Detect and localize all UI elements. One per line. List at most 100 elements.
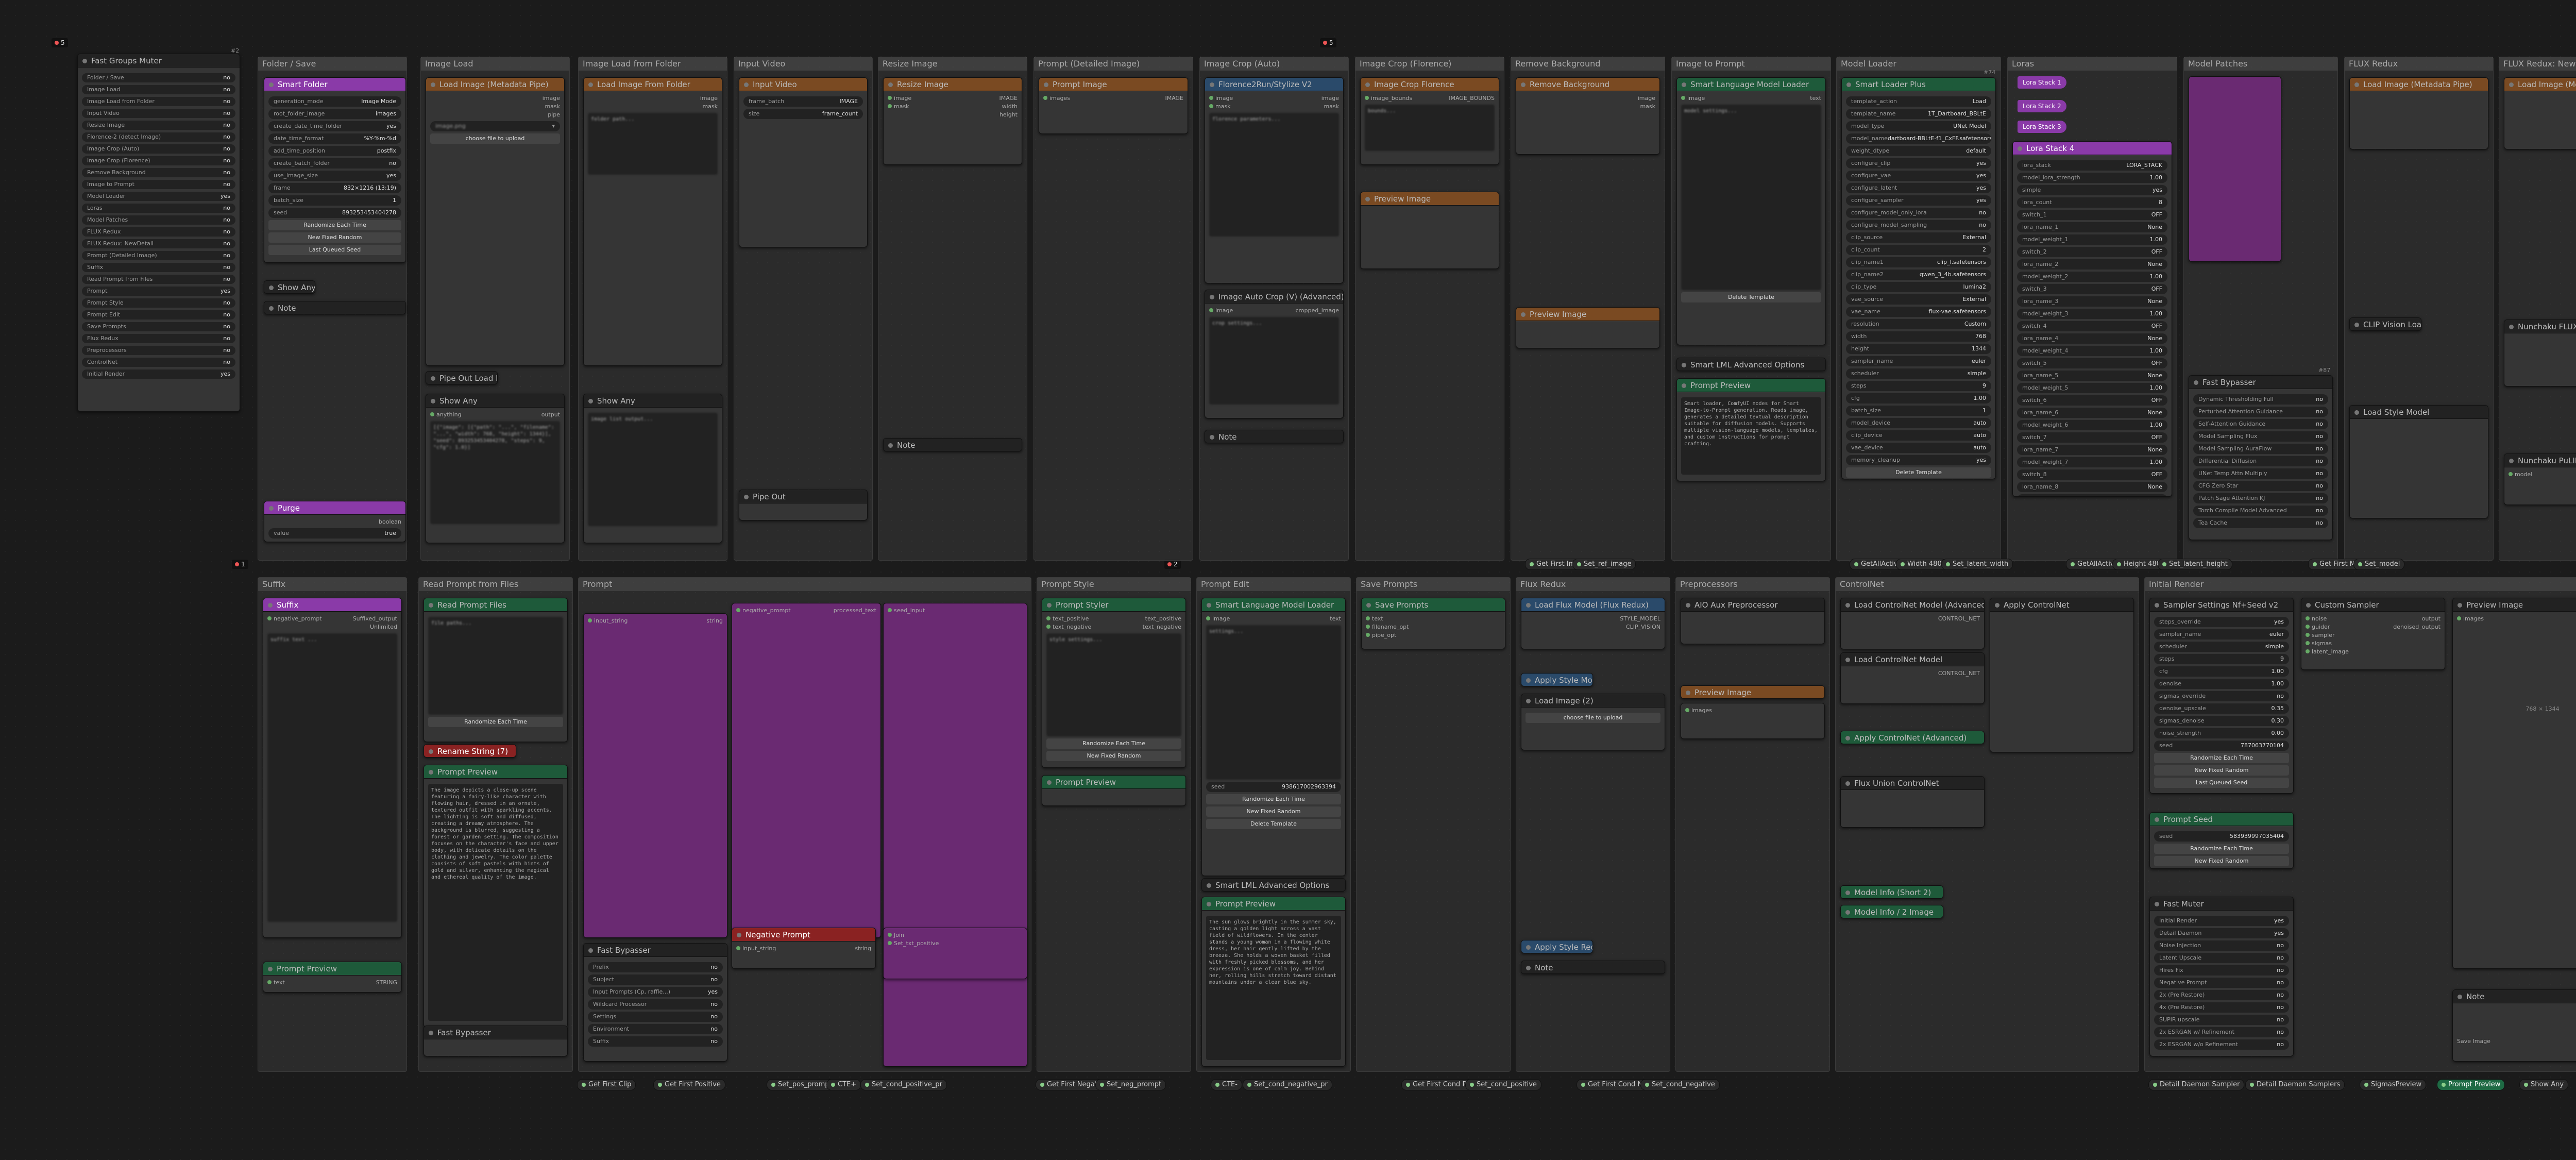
smart-lml-node[interactable]: Smart Language Model Loader image text mo…: [1676, 77, 1826, 345]
apply-controlnet-adv-node[interactable]: Apply ControlNet (Advanced): [1840, 731, 1985, 744]
muter-toggle[interactable]: Image to Prompt no: [82, 180, 235, 189]
set-get-node[interactable]: Set_latent_width: [1941, 559, 2013, 570]
prompt-image-node[interactable]: Prompt Image images IMAGE: [1039, 77, 1188, 134]
loader-widget[interactable]: configure_model_sampling no: [1846, 220, 1991, 230]
loader-widget[interactable]: configure_vae yes: [1846, 171, 1991, 181]
randomize-button[interactable]: Randomize Each Time: [2154, 753, 2289, 763]
loader-widget[interactable]: width 768: [1846, 331, 1991, 342]
loader-widget[interactable]: model_device auto: [1846, 418, 1991, 428]
save-prompts-node[interactable]: Save Prompts text filename_opt pipe_opt: [1361, 598, 1505, 649]
muter-toggle[interactable]: Model Loader yes: [82, 192, 235, 201]
sampler-widget[interactable]: scheduler simple: [2154, 642, 2289, 652]
crop-note-node[interactable]: Note: [1205, 430, 1344, 443]
lora-widget[interactable]: model_weight_1 1.00: [2017, 234, 2167, 245]
preview-image-node[interactable]: Preview Image images 768 × 1344: [2452, 598, 2576, 969]
sampler-widget[interactable]: steps_override yes: [2154, 617, 2289, 627]
lora-widget[interactable]: switch_7 OFF: [2017, 432, 2167, 443]
pulid-loader-node[interactable]: Nunchaku PuLID Loader modelmodel pulid_p…: [2504, 453, 2576, 505]
input-video-node[interactable]: Input Video frame_batch IMAGE size frame_co…: [739, 77, 868, 247]
randomize-button[interactable]: Randomize Each Time: [2154, 844, 2289, 854]
smart-folder-widget[interactable]: seed 893253453404278: [268, 208, 401, 218]
join-node[interactable]: Join Set_txt_positive: [883, 928, 1027, 979]
loader-widget[interactable]: vae_source External: [1846, 294, 1991, 305]
loader-widget[interactable]: batch_size 1: [1846, 406, 1991, 416]
fast-groups-muter-node[interactable]: Fast Groups Muter Folder / Save no Image L…: [77, 54, 240, 412]
auto-crop-node[interactable]: Image Auto Crop (V) (Advanced) image crop…: [1205, 290, 1344, 418]
bypass-toggle[interactable]: Model Sampling Flux no: [2193, 431, 2328, 442]
muter-toggle[interactable]: Image Load from Folder no: [82, 97, 235, 106]
sampler-widget[interactable]: denoise_upscale 0.35: [2154, 703, 2289, 714]
florence-crop-node[interactable]: Image Crop Florence image_bounds IMAGE_BO…: [1360, 77, 1499, 165]
group-marker-mid-left[interactable]: 1: [232, 560, 248, 569]
muter-toggle[interactable]: Folder / Save no: [82, 73, 235, 82]
loader-widget[interactable]: vae_device auto: [1846, 443, 1991, 453]
bypass-toggle[interactable]: CFG Zero Star no: [2193, 481, 2328, 491]
input-dot-icon[interactable]: [2306, 625, 2310, 629]
smart-folder-widget[interactable]: root_folder_image images: [268, 109, 401, 119]
purge-value-widget[interactable]: value true: [268, 528, 401, 539]
show-any-node[interactable]: Show Any: [264, 280, 315, 294]
delete-template-button[interactable]: Delete Template: [1846, 467, 1991, 478]
bypass-toggle[interactable]: Wildcard Processor no: [588, 999, 723, 1010]
loader-widget[interactable]: clip_device auto: [1846, 430, 1991, 441]
show-any-folder-node[interactable]: Show Any image list output...: [583, 394, 722, 543]
set-get-node[interactable]: SigmasPreview: [2360, 1079, 2427, 1090]
nunchaku-loader-node[interactable]: Nunchaku FLUX DiT Loader: [2504, 320, 2576, 386]
smart-loader-plus-node[interactable]: Smart Loader Plus template_action Load tem…: [1841, 77, 1996, 479]
bypass-toggle[interactable]: UNet Temp Attn Multiply no: [2193, 468, 2328, 479]
lora-widget[interactable]: switch_1 OFF: [2017, 210, 2167, 220]
model-patches-stack[interactable]: [2189, 76, 2281, 262]
muter-toggle[interactable]: Model Patches no: [82, 215, 235, 225]
lora-widget[interactable]: lora_name_6 None: [2017, 408, 2167, 418]
smart-folder-node[interactable]: Smart Folder generation_mode Image Mode ro…: [264, 77, 406, 263]
controlnet-item-2[interactable]: Model Info / 2 Image: [1840, 905, 1943, 918]
input-dot-icon[interactable]: [2306, 616, 2310, 620]
set-get-node[interactable]: CTE-: [1211, 1079, 1242, 1090]
loader-widget[interactable]: height 1344: [1846, 344, 1991, 354]
mute-toggle[interactable]: 2x (Pre Restore) no: [2154, 990, 2289, 1000]
randomize-button[interactable]: Randomize Each Time: [1206, 794, 1341, 804]
smart-folder-widget[interactable]: frame 832×1216 (13:19): [268, 183, 401, 193]
bypass-toggle[interactable]: Input Prompts (Cp, raffle...) yes: [588, 987, 723, 997]
read-prompt-bypasser-node[interactable]: Fast Bypasser: [423, 1025, 568, 1056]
negative-prompt-node[interactable]: Negative Prompt input_string string: [732, 928, 876, 969]
negative-input-node[interactable]: negative_prompt processed_text: [732, 603, 881, 938]
last-seed-button[interactable]: Last Queued Seed: [2154, 778, 2289, 788]
loader-widget[interactable]: template_name 1T_Dartboard_BBLtE: [1846, 109, 1991, 119]
custom-sampler-node[interactable]: Custom Sampler noise output guider denoised…: [2301, 598, 2445, 670]
upload-button[interactable]: choose file to upload: [430, 133, 560, 144]
delete-template-button[interactable]: Delete Template: [1681, 292, 1821, 302]
group-marker-mid-center[interactable]: 2: [1164, 560, 1181, 569]
prompt-seed-node[interactable]: Prompt Seed seed 583939997035404 Randomiz…: [2149, 812, 2294, 869]
mute-toggle[interactable]: 2x ESRGAN w/o Refinement no: [2154, 1039, 2289, 1050]
delete-template-button[interactable]: Delete Template: [1206, 819, 1341, 829]
resize-note-node[interactable]: Note: [883, 438, 1022, 451]
input-dot-icon[interactable]: [2306, 641, 2310, 645]
apply-style-model-node[interactable]: Load Style Model: [2349, 405, 2488, 518]
loader-widget[interactable]: sampler_name euler: [1846, 356, 1991, 366]
loader-widget[interactable]: clip_name2 qwen_3_4b.safetensors: [1846, 270, 1991, 280]
crop-preview-node[interactable]: Preview Image: [1360, 192, 1499, 269]
set-get-node[interactable]: Set_cond_negative_pr: [1243, 1079, 1332, 1090]
prompt-bypasser-node[interactable]: Fast Bypasser Prefix no Subject no Input Pro…: [583, 943, 727, 1062]
set-get-node[interactable]: Detail Daemon Samplers: [2245, 1079, 2345, 1090]
save-image-node[interactable]: Note Save Image: [2452, 989, 2576, 1062]
new-fixed-button[interactable]: New Fixed Random: [1046, 751, 1181, 761]
aio-preprocessor-node[interactable]: AIO Aux Preprocessor: [1681, 598, 1825, 644]
mute-toggle[interactable]: Initial Render yes: [2154, 916, 2289, 926]
load-flux-model-node[interactable]: Load Flux Model (Flux Redux) STYLE_MODEL…: [1521, 598, 1665, 649]
group-preprocessors[interactable]: Preprocessors: [1675, 577, 1830, 1072]
loader-widget[interactable]: memory_cleanup yes: [1846, 455, 1991, 465]
smart-folder-widget[interactable]: create_date_time_folder yes: [268, 121, 401, 131]
lora-stack-chip-2[interactable]: Lora Stack 2: [2018, 100, 2066, 112]
preprocessor-images-node[interactable]: images: [1681, 703, 1825, 739]
set-get-node[interactable]: Set_cond_negative: [1640, 1079, 1720, 1090]
smart-folder-widget[interactable]: create_batch_folder no: [268, 158, 401, 169]
muter-toggle[interactable]: Save Prompts no: [82, 322, 235, 331]
input-dot-icon[interactable]: [2306, 633, 2310, 637]
bypass-toggle[interactable]: Settings no: [588, 1012, 723, 1022]
new-fixed-button[interactable]: New Fixed Random: [1206, 806, 1341, 817]
set-get-node[interactable]: Set_latent_height: [2158, 559, 2232, 570]
lora-widget[interactable]: lora_name_2 None: [2017, 259, 2167, 270]
flux-union-node[interactable]: Flux Union ControlNet: [1840, 776, 1985, 828]
